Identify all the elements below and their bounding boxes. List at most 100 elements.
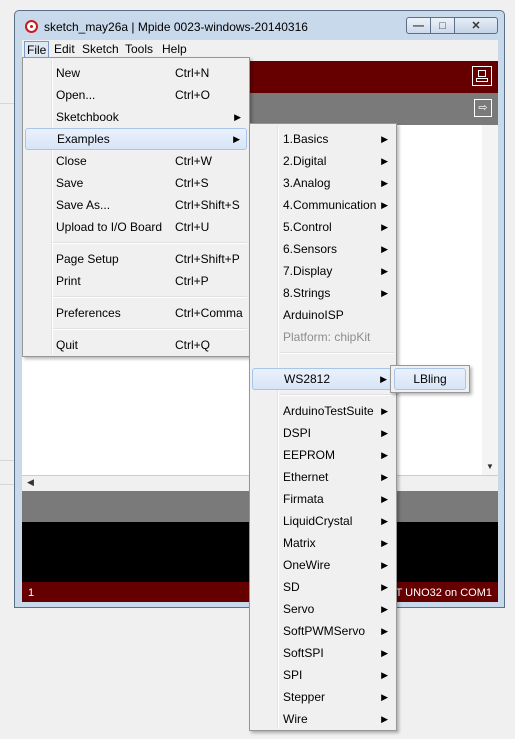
menu-item-spi[interactable]: SPI ▶ — [252, 664, 394, 686]
menu-item-label: 8.Strings — [283, 286, 331, 300]
maximize-icon: □ — [439, 19, 446, 32]
title-bar[interactable]: sketch_may26a | Mpide 0023-windows-20140… — [15, 11, 504, 41]
window-title: sketch_may26a | Mpide 0023-windows-20140… — [44, 20, 308, 34]
menu-item-liquidcrystal[interactable]: LiquidCrystal ▶ — [252, 510, 394, 532]
menu-tools[interactable]: Tools — [123, 41, 155, 58]
menu-item-wire[interactable]: Wire ▶ — [252, 708, 394, 730]
window-controls: — □ ✕ — [406, 17, 498, 35]
minimize-icon: — — [413, 19, 424, 32]
menu-item-label: Stepper — [283, 690, 326, 704]
menu-item-arduinotestsuite[interactable]: ArduinoTestSuite ▶ — [252, 400, 394, 422]
menu-item-softpwmservo[interactable]: SoftPWMServo ▶ — [252, 620, 394, 642]
menu-separator — [53, 328, 247, 330]
menu-item-close[interactable]: Close Ctrl+W — [25, 150, 247, 172]
menu-item-display[interactable]: 7.Display ▶ — [252, 260, 394, 282]
menu-item-preferences[interactable]: Preferences Ctrl+Comma — [25, 302, 247, 324]
menu-item-label: Wire — [283, 712, 308, 726]
menu-item-digital[interactable]: 2.Digital ▶ — [252, 150, 394, 172]
submenu-arrow-icon: ▶ — [381, 538, 388, 548]
menu-item-eeprom[interactable]: EEPROM ▶ — [252, 444, 394, 466]
menu-item-save-as[interactable]: Save As... Ctrl+Shift+S — [25, 194, 247, 216]
menu-item-page-setup[interactable]: Page Setup Ctrl+Shift+P — [25, 248, 247, 270]
scroll-down-icon[interactable]: ▼ — [486, 462, 494, 471]
menu-item-shortcut: Ctrl+Shift+S — [175, 198, 240, 212]
menu-item-examples[interactable]: Examples ▶ — [25, 128, 247, 150]
menu-item-shortcut: Ctrl+Shift+P — [175, 252, 240, 266]
menu-item-upload[interactable]: Upload to I/O Board Ctrl+U — [25, 216, 247, 238]
line-number: 1 — [28, 587, 35, 599]
minimize-button[interactable]: — — [406, 17, 431, 34]
menu-item-quit[interactable]: Quit Ctrl+Q — [25, 334, 247, 356]
menu-item-label: 7.Display — [283, 264, 333, 278]
menu-item-strings[interactable]: 8.Strings ▶ — [252, 282, 394, 304]
menu-help[interactable]: Help — [160, 41, 189, 58]
menu-separator — [53, 296, 247, 298]
menu-item-analog[interactable]: 3.Analog ▶ — [252, 172, 394, 194]
menu-item-new[interactable]: New Ctrl+N — [25, 62, 247, 84]
menu-item-label: Preferences — [56, 306, 121, 320]
menu-item-label: Save — [56, 176, 84, 190]
menu-item-sketchbook[interactable]: Sketchbook ▶ — [25, 106, 247, 128]
desktop-edge-line — [0, 460, 14, 461]
menu-item-print[interactable]: Print Ctrl+P — [25, 270, 247, 292]
menu-item-label: Sketchbook — [56, 110, 119, 124]
menu-item-label: 6.Sensors — [283, 242, 338, 256]
menu-item-communication[interactable]: 4.Communication ▶ — [252, 194, 394, 216]
menu-item-label: SPI — [283, 668, 303, 682]
menu-item-save[interactable]: Save Ctrl+S — [25, 172, 247, 194]
submenu-arrow-icon: ▶ — [381, 222, 388, 232]
close-button[interactable]: ✕ — [454, 17, 498, 34]
menu-item-onewire[interactable]: OneWire ▶ — [252, 554, 394, 576]
menu-item-arduinoisp[interactable]: ArduinoISP — [252, 304, 394, 326]
scroll-left-icon[interactable]: ◀ — [27, 477, 34, 488]
menu-item-lbling[interactable]: LBling — [394, 368, 466, 390]
menu-item-label: Save As... — [56, 198, 111, 212]
menu-item-label: LBling — [413, 372, 447, 386]
submenu-arrow-icon: ▶ — [381, 626, 388, 636]
submenu-arrow-icon: ▶ — [233, 134, 240, 144]
submenu-arrow-icon: ▶ — [381, 494, 388, 504]
desktop-edge-line — [0, 103, 14, 104]
submenu-arrow-icon: ▶ — [234, 112, 241, 122]
menu-item-open[interactable]: Open... Ctrl+O — [25, 84, 247, 106]
menu-item-platform-chipkit: Platform: chipKit — [252, 326, 394, 348]
menu-item-dspi[interactable]: DSPI ▶ — [252, 422, 394, 444]
menu-item-label: Page Setup — [56, 252, 119, 266]
menu-item-servo[interactable]: Servo ▶ — [252, 598, 394, 620]
menu-item-matrix[interactable]: Matrix ▶ — [252, 532, 394, 554]
menu-item-ethernet[interactable]: Ethernet ▶ — [252, 466, 394, 488]
submenu-arrow-icon: ▶ — [381, 266, 388, 276]
menu-item-label: Ethernet — [283, 470, 329, 484]
menu-item-label: 1.Basics — [283, 132, 329, 146]
tab-menu-arrow-icon[interactable]: ⇨ — [474, 99, 492, 117]
menu-item-softspi[interactable]: SoftSPI ▶ — [252, 642, 394, 664]
menu-sketch[interactable]: Sketch — [80, 41, 121, 58]
menu-item-shortcut: Ctrl+S — [175, 176, 209, 190]
menu-item-label: Servo — [283, 602, 315, 616]
examples-menu: 1.Basics ▶ 2.Digital ▶ 3.Analog ▶ 4.Communi… — [249, 123, 397, 731]
menu-item-label: Matrix — [283, 536, 316, 550]
menu-edit[interactable]: Edit — [52, 41, 77, 58]
menu-item-firmata[interactable]: Firmata ▶ — [252, 488, 394, 510]
menu-item-stepper[interactable]: Stepper ▶ — [252, 686, 394, 708]
menu-item-control[interactable]: 5.Control ▶ — [252, 216, 394, 238]
menu-item-sensors[interactable]: 6.Sensors ▶ — [252, 238, 394, 260]
submenu-arrow-icon: ▶ — [380, 374, 387, 384]
menu-item-label: OneWire — [283, 558, 331, 572]
menu-item-label: Firmata — [283, 492, 324, 506]
menu-item-sd[interactable]: SD ▶ — [252, 576, 394, 598]
menu-item-label: Upload to I/O Board — [56, 220, 163, 234]
maximize-button[interactable]: □ — [430, 17, 455, 34]
menu-item-basics[interactable]: 1.Basics ▶ — [252, 128, 394, 150]
serial-monitor-button[interactable] — [472, 66, 492, 86]
submenu-arrow-icon: ▶ — [381, 670, 388, 680]
menu-item-label: Platform: chipKit — [283, 330, 371, 344]
app-icon[interactable] — [25, 20, 38, 33]
submenu-arrow-icon: ▶ — [381, 156, 388, 166]
desktop-edge-line — [0, 484, 14, 485]
submenu-arrow-icon: ▶ — [381, 450, 388, 460]
menu-item-ws2812[interactable]: WS2812 ▶ — [252, 368, 394, 390]
vertical-scrollbar[interactable]: ▼ — [482, 125, 498, 475]
menu-separator — [53, 242, 247, 244]
menu-separator — [280, 352, 394, 354]
